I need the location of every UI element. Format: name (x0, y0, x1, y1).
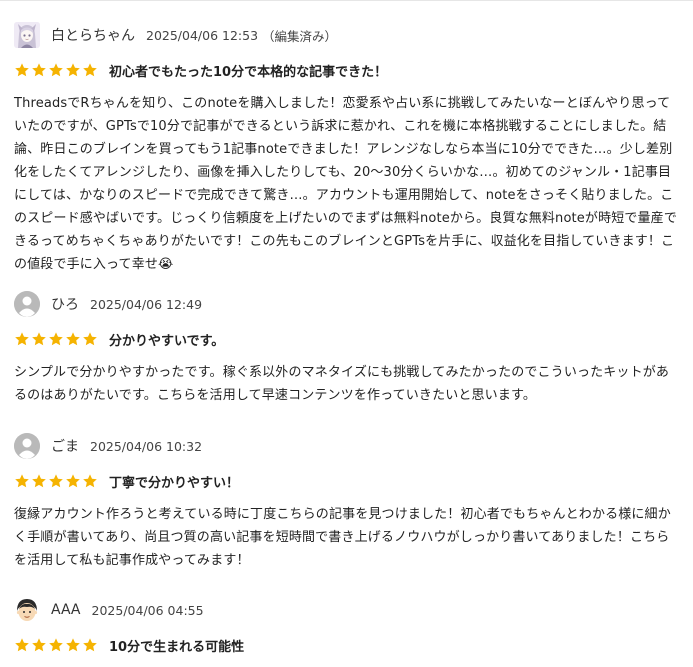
star-icon (49, 638, 63, 652)
reviewer-name[interactable]: ひろ (51, 294, 79, 314)
star-icon (15, 474, 29, 488)
star-icon (66, 332, 80, 346)
star-icon (49, 474, 63, 488)
star-icon (15, 332, 29, 346)
star-icon (15, 63, 29, 77)
star-icon (83, 63, 97, 77)
default-user-icon[interactable] (14, 291, 40, 317)
review-header: 白とらちゃん 2025/04/06 12:53 （編集済み） (14, 21, 679, 49)
review-title: 分かりやすいです。 (109, 333, 225, 349)
star-rating (14, 473, 98, 489)
star-icon (66, 474, 80, 488)
star-rating (14, 62, 98, 78)
review-header: ひろ 2025/04/06 12:49 (14, 290, 679, 318)
review-header: ごま 2025/04/06 10:32 (14, 432, 679, 460)
review-title: 10分で生まれる可能性 (109, 639, 245, 655)
review-item: AAA 2025/04/06 04:55 10分で生まれる可能性 (14, 596, 679, 655)
cartoon-face-avatar-icon[interactable] (14, 597, 40, 623)
rating-row: 丁寧で分かりやすい！ (14, 471, 679, 491)
review-body: 復縁アカウント作ろうと考えている時に丁度こちらの記事を見つけました！初心者でもち… (14, 507, 671, 568)
star-rating (14, 637, 98, 653)
review-date: 2025/04/06 10:32 (90, 438, 203, 454)
star-icon (83, 474, 97, 488)
star-icon (49, 332, 63, 346)
review-date: 2025/04/06 04:55 (91, 602, 204, 618)
anime-character-avatar-icon[interactable] (14, 22, 40, 48)
rating-row: 初心者でもたった10分で本格的な記事できた！ (14, 60, 679, 80)
review-title: 丁寧で分かりやすい！ (109, 475, 240, 491)
rating-row: 10分で生まれる可能性 (14, 635, 679, 655)
top-divider (0, 0, 693, 1)
review-item: ひろ 2025/04/06 12:49 分かりやすいです。 シンプルで分かりやす… (14, 290, 679, 407)
review-date: 2025/04/06 12:53 (146, 27, 259, 43)
star-rating (14, 331, 98, 347)
review-title: 初心者でもたった10分で本格的な記事できた！ (109, 64, 388, 80)
star-icon (32, 332, 46, 346)
default-user-icon[interactable] (14, 433, 40, 459)
review-date: 2025/04/06 12:49 (90, 296, 203, 312)
rating-row: 分かりやすいです。 (14, 329, 679, 349)
star-icon (66, 63, 80, 77)
star-icon (83, 638, 97, 652)
star-icon (66, 638, 80, 652)
edited-label: （編集済み） (262, 28, 338, 44)
star-icon (32, 474, 46, 488)
reviewer-name[interactable]: AAA (51, 602, 81, 618)
review-body: ThreadsでRちゃんを知り、このnoteを購入しました！恋愛系や占い系に挑戦… (14, 96, 677, 272)
review-body: シンプルで分かりやすかったです。稼ぐ系以外のマネタイズにも挑戦してみたかったので… (14, 365, 670, 403)
review-item: ごま 2025/04/06 10:32 丁寧で分かりやすい！ 復縁アカウント作ろ… (14, 432, 679, 572)
review-item: 白とらちゃん 2025/04/06 12:53 （編集済み） 初心者でもたった1… (14, 21, 679, 276)
star-icon (15, 638, 29, 652)
reviewer-name[interactable]: 白とらちゃん (51, 25, 135, 45)
star-icon (49, 63, 63, 77)
reviewer-name[interactable]: ごま (51, 436, 79, 456)
star-icon (32, 638, 46, 652)
star-icon (32, 63, 46, 77)
star-icon (83, 332, 97, 346)
review-header: AAA 2025/04/06 04:55 (14, 596, 679, 624)
